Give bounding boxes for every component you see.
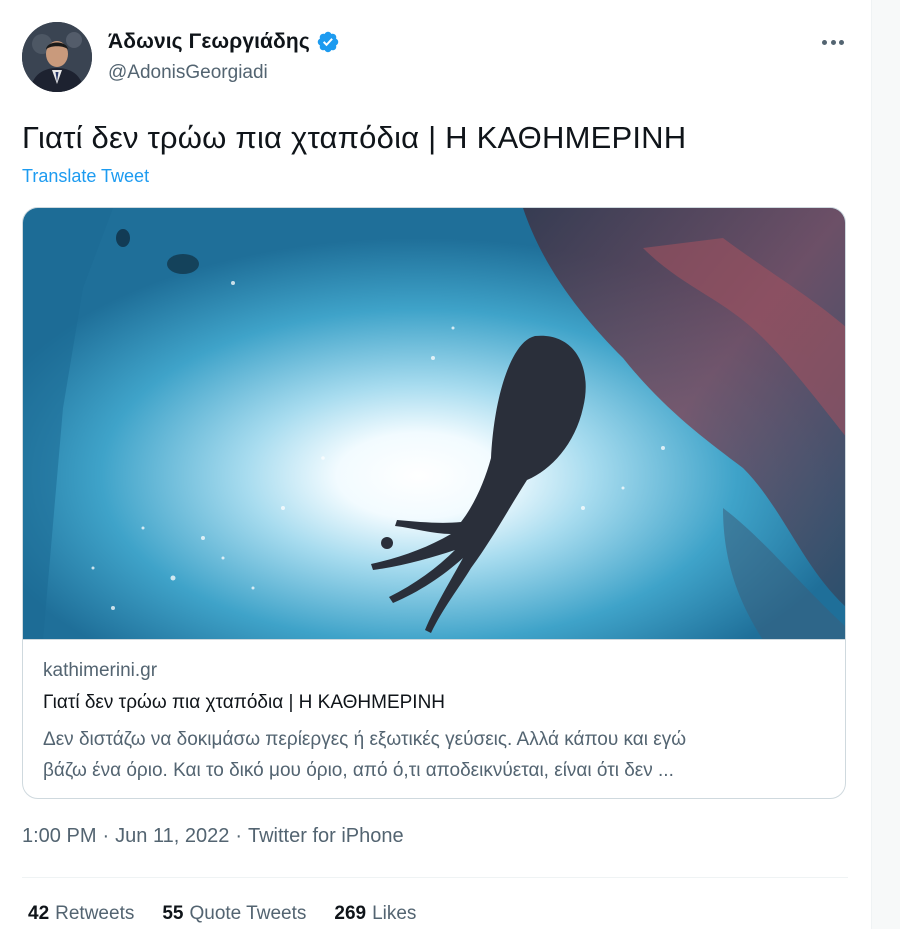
card-title: Γιατί δεν τρώω πια χταπόδια | Η ΚΑΘΗΜΕΡΙ… — [43, 692, 446, 713]
tweet-detail-page: Άδωνις Γεωργιάδης @AdonisGeorgiadi Γιατί… — [0, 0, 872, 929]
quote-tweets-stat[interactable]: 55 Quote Tweets — [162, 903, 306, 925]
quote-tweets-count: 55 — [162, 903, 184, 924]
tweet-text: Γιατί δεν τρώω πια χταπόδια | Η ΚΑΘΗΜΕΡΙ… — [22, 120, 687, 155]
retweets-count: 42 — [28, 903, 50, 924]
card-description-line: βάζω ένα όριο. Και το δικό μου όριο, από… — [43, 760, 674, 781]
engagement-stats: 42 Retweets 55 Quote Tweets 269 Likes — [28, 903, 416, 925]
tweet-source[interactable]: Twitter for iPhone — [248, 825, 404, 848]
card-image[interactable] — [23, 208, 845, 640]
author-display-name[interactable]: Άδωνις Γεωργιάδης — [108, 30, 310, 54]
divider — [22, 877, 848, 878]
retweets-stat[interactable]: 42 Retweets — [28, 903, 134, 925]
meta-separator: · — [235, 825, 242, 847]
likes-count: 269 — [334, 903, 367, 924]
tweet-time[interactable]: 1:00 PM — [22, 825, 96, 848]
profile-photo-icon — [22, 22, 92, 92]
translate-tweet-link[interactable]: Translate Tweet — [22, 166, 149, 187]
more-dot — [830, 39, 836, 45]
retweets-label: Retweets — [55, 903, 135, 924]
more-dot — [822, 39, 827, 45]
card-domain: kathimerini.gr — [43, 660, 158, 681]
likes-label: Likes — [372, 903, 417, 924]
card-description-line: Δεν διστάζω να δοκιμάσω περίεργες ή εξωτ… — [43, 729, 687, 750]
quote-tweets-label: Quote Tweets — [189, 903, 307, 924]
link-preview-card[interactable]: kathimerini.gr Γιατί δεν τρώω πια χταπόδ… — [22, 207, 846, 799]
author-handle[interactable]: @AdonisGeorgiadi — [108, 62, 268, 84]
meta-separator: · — [102, 825, 110, 847]
avatar[interactable] — [22, 22, 92, 92]
author-name-row[interactable]: Άδωνις Γεωργιάδης — [108, 30, 340, 54]
more-dot — [839, 39, 844, 45]
likes-stat[interactable]: 269 Likes — [334, 903, 416, 925]
octopus-underwater-photo-icon — [23, 208, 845, 639]
more-options-icon[interactable] — [818, 32, 848, 52]
card-description: Δεν διστάζω να δοκιμάσω περίεργες ή εξωτ… — [43, 724, 833, 786]
tweet-date[interactable]: Jun 11, 2022 — [115, 825, 229, 848]
tweet-metadata: 1:00 PM · Jun 11, 2022 · Twitter for iPh… — [22, 825, 404, 848]
page-gutter — [872, 0, 900, 929]
verified-badge-icon — [316, 30, 340, 54]
